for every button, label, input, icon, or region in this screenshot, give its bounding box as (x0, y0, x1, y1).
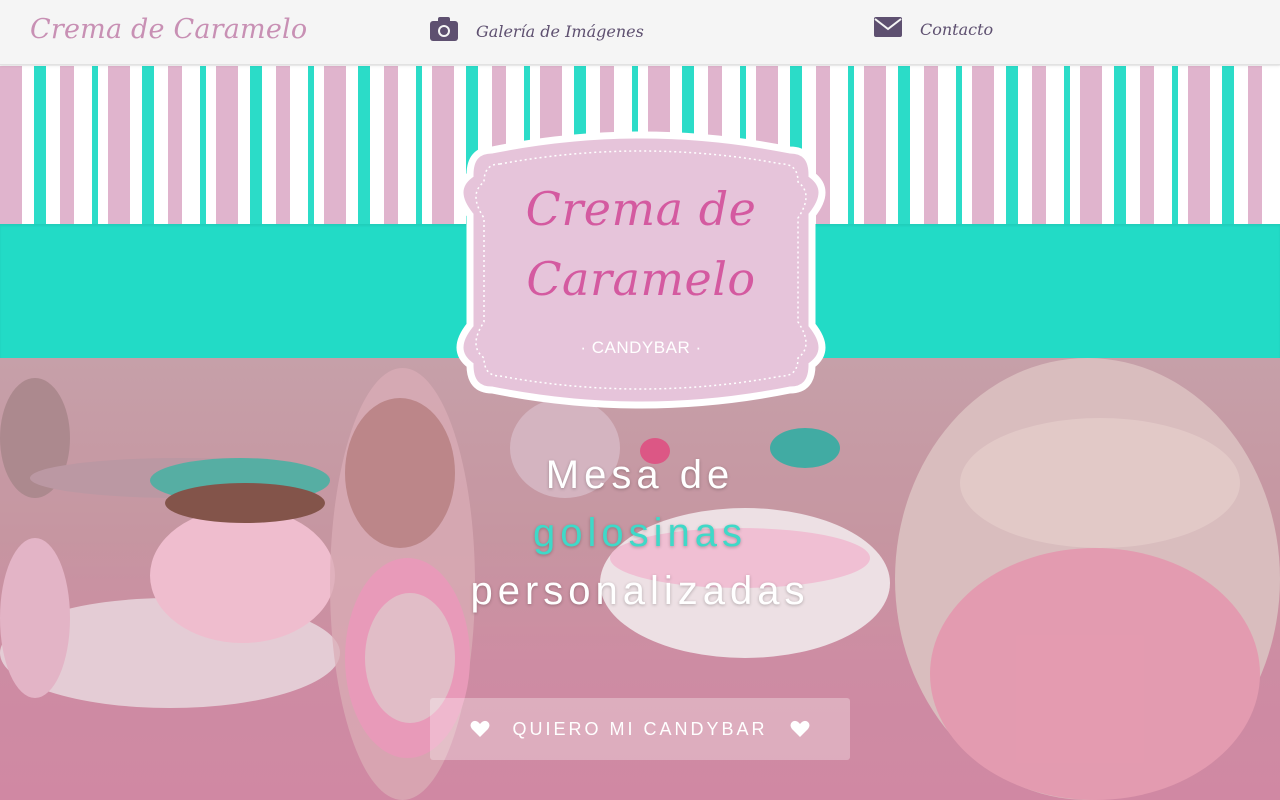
badge-subtitle: · CANDYBAR · (580, 338, 702, 357)
cta-label: QUIERO MI CANDYBAR (512, 718, 768, 739)
nav-link-gallery[interactable]: Galería de Imágenes (430, 17, 644, 45)
cta-button[interactable]: QUIERO MI CANDYBAR (430, 698, 850, 760)
nav-label-contact: Contacto (920, 19, 994, 39)
camera-icon (430, 17, 458, 45)
logo-badge: Crema de Caramelo · CANDYBAR · (452, 130, 830, 410)
nav-link-contact[interactable]: Contacto (874, 17, 993, 41)
headline-line1: Mesa de (545, 453, 735, 497)
nav-label-gallery: Galería de Imágenes (476, 21, 644, 41)
hero-headline: Mesa de golosinas personalizadas (340, 446, 940, 620)
badge-title-line2: Caramelo (526, 252, 756, 306)
headline-line2: golosinas (532, 511, 747, 555)
badge-title-line1: Crema de (525, 182, 757, 236)
navbar: Crema de Caramelo Galería de Imágenes Co… (0, 0, 1280, 65)
heart-icon (470, 720, 490, 738)
envelope-icon (874, 17, 902, 41)
brand-logo[interactable]: Crema de Caramelo (30, 14, 307, 45)
headline-line3: personalizadas (470, 569, 810, 613)
heart-icon (790, 720, 810, 738)
